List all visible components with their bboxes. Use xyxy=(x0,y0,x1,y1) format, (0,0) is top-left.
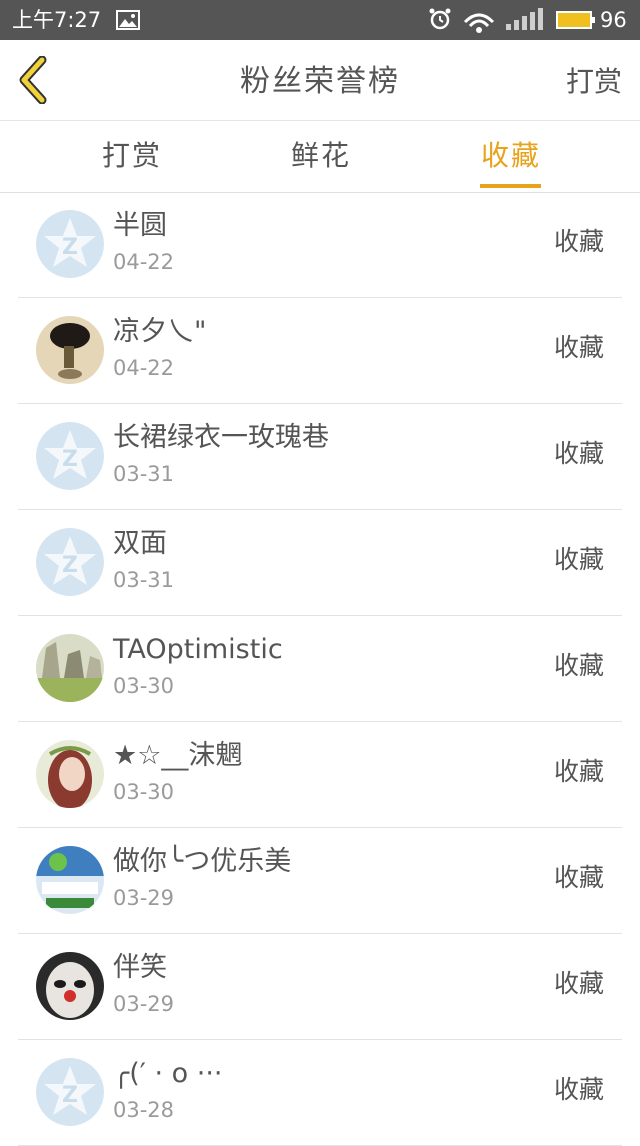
alarm-icon xyxy=(428,7,452,35)
favorite-label: 收藏 xyxy=(553,863,604,892)
fan-date: 04-22 xyxy=(113,250,175,274)
fan-name: 做你╰つ优乐美 xyxy=(113,846,292,877)
favorite-label: 收藏 xyxy=(553,439,604,468)
list-item[interactable]: 凉夕乀" 04-22 收藏 xyxy=(18,298,622,404)
fan-name: ★☆__沫魍 xyxy=(113,740,243,771)
default-qq-avatar-icon: Z xyxy=(36,210,104,278)
image-notification-icon xyxy=(116,10,140,34)
tab-favorites[interactable]: 收藏 xyxy=(481,137,541,175)
user-avatar xyxy=(36,952,104,1020)
fan-name: 双面 xyxy=(113,528,167,559)
fan-date: 03-29 xyxy=(113,992,175,1016)
fan-date: 03-30 xyxy=(113,780,175,804)
fan-date: 03-31 xyxy=(113,462,175,486)
battery-percentage: 96 xyxy=(600,8,627,32)
fan-date: 04-22 xyxy=(113,356,175,380)
list-item[interactable]: Z 半圆 04-22 收藏 xyxy=(18,192,622,298)
favorite-label: 收藏 xyxy=(553,1075,604,1104)
battery-icon xyxy=(556,9,596,35)
active-tab-indicator xyxy=(480,184,541,188)
default-qq-avatar-icon: Z xyxy=(36,422,104,490)
default-qq-avatar-icon: Z xyxy=(36,1058,104,1126)
status-time: 上午7:27 xyxy=(12,8,102,32)
svg-text:Z: Z xyxy=(62,447,78,472)
signal-icon xyxy=(504,4,544,38)
wifi-icon xyxy=(462,4,496,38)
tab-reward[interactable]: 打赏 xyxy=(102,137,162,175)
fan-date: 03-31 xyxy=(113,568,175,592)
tab-flowers[interactable]: 鲜花 xyxy=(291,137,351,175)
user-avatar xyxy=(36,846,104,914)
favorite-label: 收藏 xyxy=(553,333,604,362)
reward-button[interactable]: 打赏 xyxy=(566,62,622,102)
status-bar: 上午7:27 96 xyxy=(0,0,640,40)
list-item[interactable]: Z 双面 03-31 收藏 xyxy=(18,510,622,616)
list-item[interactable]: 做你╰つ优乐美 03-29 收藏 xyxy=(18,828,622,934)
header-bar: 粉丝荣誉榜 打赏 xyxy=(0,40,640,121)
favorite-label: 收藏 xyxy=(553,651,604,680)
svg-text:Z: Z xyxy=(62,1083,78,1108)
favorite-label: 收藏 xyxy=(553,969,604,998)
svg-text:Z: Z xyxy=(62,553,78,578)
favorite-label: 收藏 xyxy=(553,757,604,786)
user-avatar xyxy=(36,316,104,384)
user-avatar xyxy=(36,634,104,702)
page-title: 粉丝荣誉榜 xyxy=(240,64,400,99)
fan-name: 半圆 xyxy=(113,210,167,241)
fan-date: 03-29 xyxy=(113,886,175,910)
default-qq-avatar-icon: Z xyxy=(36,528,104,596)
fan-name: 伴笑 xyxy=(113,952,167,983)
fan-name: 凉夕乀" xyxy=(113,316,207,347)
fan-name: TAOptimistic xyxy=(113,634,283,665)
fan-name: ╭(′ · o ··· xyxy=(113,1058,223,1089)
user-avatar xyxy=(36,740,104,808)
favorite-label: 收藏 xyxy=(553,545,604,574)
list-item[interactable]: 伴笑 03-29 收藏 xyxy=(18,934,622,1040)
tab-bar: 打赏 鲜花 收藏 xyxy=(0,121,640,193)
list-item[interactable]: ★☆__沫魍 03-30 收藏 xyxy=(18,722,622,828)
fan-list: Z 半圆 04-22 收藏 凉夕乀" 04-22 收藏 Z 长裙绿衣一玫瑰巷 0… xyxy=(0,192,640,1146)
fan-name: 长裙绿衣一玫瑰巷 xyxy=(113,422,329,453)
list-item[interactable]: Z ╭(′ · o ··· 03-28 收藏 xyxy=(18,1040,622,1146)
fan-date: 03-28 xyxy=(113,1098,175,1122)
favorite-label: 收藏 xyxy=(553,227,604,256)
svg-text:Z: Z xyxy=(62,235,78,260)
fan-date: 03-30 xyxy=(113,674,175,698)
list-item[interactable]: TAOptimistic 03-30 收藏 xyxy=(18,616,622,722)
list-item[interactable]: Z 长裙绿衣一玫瑰巷 03-31 收藏 xyxy=(18,404,622,510)
